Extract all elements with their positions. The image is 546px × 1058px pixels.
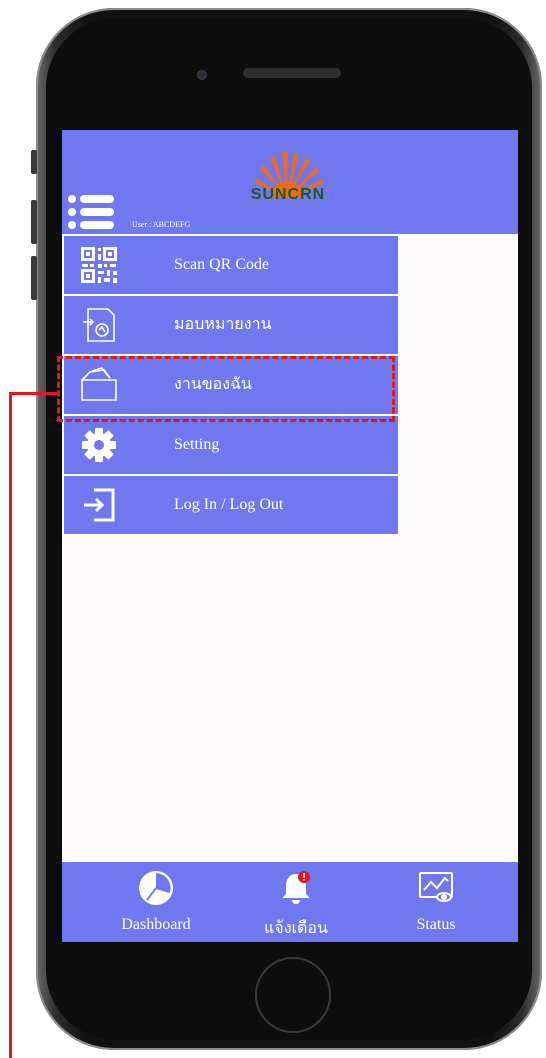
tab-label: แจ้งเตือน <box>264 920 328 937</box>
hamburger-menu-icon[interactable] <box>68 194 116 230</box>
gear-icon <box>82 428 116 462</box>
menu-item-label: มอบหมายงาน <box>174 316 272 333</box>
menu-item-assign-task[interactable]: มอบหมายงาน <box>64 296 398 356</box>
tab-notifications[interactable]: แจ้งเตือน <box>236 862 356 942</box>
bottom-tab-bar: Dashboard แจ้งเตือน Status <box>62 862 518 942</box>
menu-item-login-logout[interactable]: Log In / Log Out <box>64 476 398 536</box>
menu-item-setting[interactable]: Setting <box>64 416 398 476</box>
home-button[interactable] <box>255 957 331 1033</box>
menu-item-scan-qr[interactable]: Scan QR Code <box>64 236 398 296</box>
menu-item-label: Log In / Log Out <box>174 496 284 513</box>
highlight-box <box>57 356 395 422</box>
annotation-line <box>9 392 12 1058</box>
logo-text: SUNCRN <box>250 186 326 203</box>
user-info: User : ABCDEFG <box>132 220 191 229</box>
app-header: SUNCRN User : ABCDEFG <box>62 130 518 234</box>
volume-down-button <box>31 256 37 300</box>
tab-label: Dashboard <box>121 916 191 933</box>
status-chart-icon <box>419 872 453 902</box>
earpiece-speaker <box>243 68 341 78</box>
bell-icon <box>282 871 310 904</box>
menu-item-label: Scan QR Code <box>174 256 270 273</box>
menu-item-label: Setting <box>174 436 220 453</box>
mute-switch <box>31 150 37 174</box>
annotation-line <box>9 392 57 395</box>
login-icon <box>84 488 115 522</box>
front-camera <box>197 70 207 80</box>
tab-label: Status <box>416 916 456 933</box>
qr-code-icon <box>81 247 117 283</box>
user-label: User <box>132 220 148 229</box>
pie-chart-icon <box>139 871 173 905</box>
volume-up-button <box>31 200 37 244</box>
assign-task-icon <box>83 308 115 342</box>
app-screen: SUNCRN User : ABCDEFG Scan QR Code มอบหม… <box>62 130 518 942</box>
tab-status[interactable]: Status <box>376 862 496 942</box>
user-name: ABCDEFG <box>152 220 191 229</box>
tab-dashboard[interactable]: Dashboard <box>96 862 216 942</box>
